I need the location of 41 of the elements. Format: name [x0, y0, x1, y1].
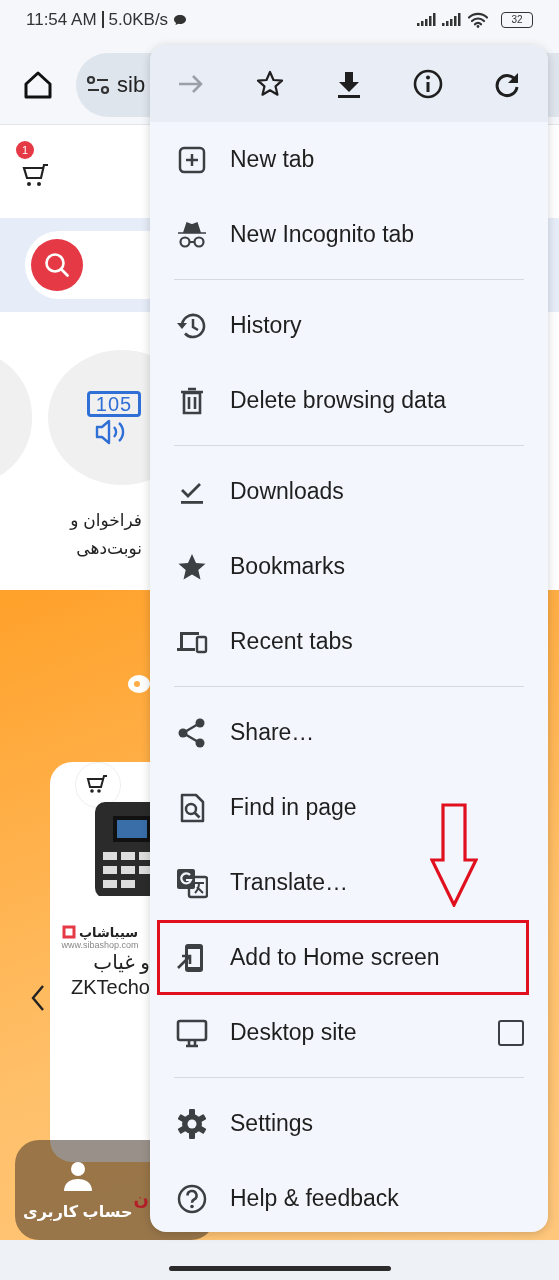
signal-icon	[417, 13, 436, 26]
menu-item[interactable]: Share…	[150, 695, 548, 770]
signal-icon	[442, 13, 461, 26]
category-label[interactable]: فراخوان و	[70, 507, 142, 535]
chat-bubble-icon	[173, 13, 188, 26]
brand-url-text: www.sibashop.com	[61, 940, 139, 950]
category-label[interactable]: نوبت‌دهی	[76, 535, 142, 563]
account-label[interactable]: حساب کاربری	[23, 1201, 133, 1221]
menu-item[interactable]: Settings	[150, 1086, 548, 1161]
product-title: ZKTecho	[71, 975, 150, 1000]
separator-line	[101, 11, 104, 28]
site-settings-icon[interactable]	[86, 74, 110, 95]
translate-icon[interactable]	[176, 866, 208, 899]
url-text: sib	[117, 71, 146, 98]
menu-item[interactable]: Recent tabs	[150, 604, 548, 679]
brand-name: سیباشاپ	[79, 924, 138, 940]
network-speed-text: 5.0KB/s	[108, 9, 169, 30]
menu-item[interactable]: Desktop site	[150, 995, 548, 1070]
menu-item[interactable]: New tab	[150, 122, 548, 197]
cart-count-badge: 1	[16, 140, 34, 159]
add-to-cart-button[interactable]	[75, 762, 121, 808]
brand-logo-icon	[62, 924, 76, 940]
battery-level-text: 32	[511, 14, 523, 25]
clock-text: 11:54 AM	[26, 9, 97, 30]
display-digits-text: 105	[86, 390, 142, 417]
info-icon[interactable]	[412, 67, 444, 100]
menu-item[interactable]: Add to Home screen	[157, 920, 529, 995]
search-icon[interactable]	[31, 239, 83, 291]
menu-item[interactable]: Bookmarks	[150, 529, 548, 604]
checkbox[interactable]	[498, 1019, 524, 1046]
chevron-left-icon[interactable]	[30, 984, 46, 1012]
help-icon[interactable]	[176, 1182, 208, 1215]
gesture-handle[interactable]	[168, 1266, 391, 1271]
person-icon[interactable]	[61, 1159, 94, 1192]
menu-item[interactable]: Translate…	[150, 845, 548, 920]
settings-icon[interactable]	[176, 1107, 208, 1140]
wifi-icon	[467, 11, 489, 28]
menu-item[interactable]: Find in page	[150, 770, 548, 845]
menu-item[interactable]: New Incognito tab	[150, 197, 548, 272]
product-title: و غیاب	[93, 950, 150, 975]
menu-item[interactable]: Help & feedback	[150, 1161, 548, 1232]
